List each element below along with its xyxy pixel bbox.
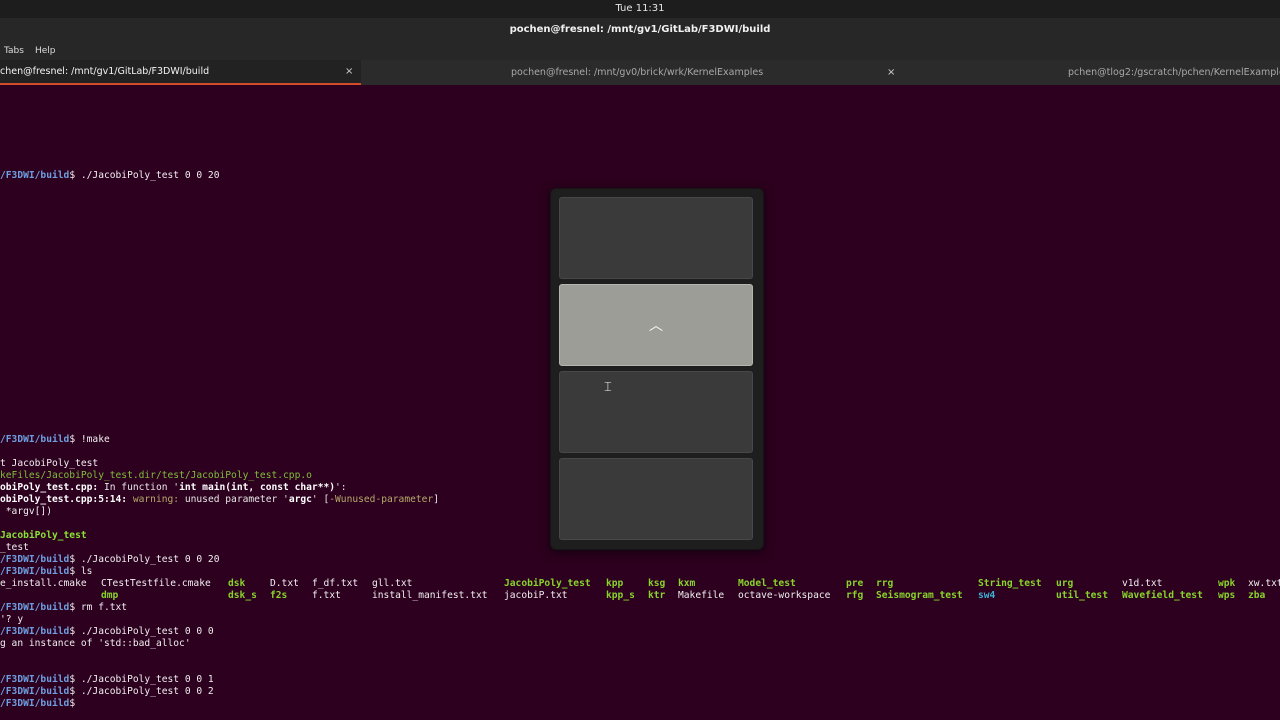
window-title-bar[interactable]: pochen@fresnel: /mnt/gv1/GitLab/F3DWI/bu…: [0, 18, 1280, 42]
ls-entry: dmp: [101, 590, 119, 601]
ls-entry: urg: [1056, 578, 1074, 589]
terminal-line: /F3DWI/build$ rm f.txt: [0, 602, 128, 613]
workspace-2[interactable]: ︿: [559, 284, 753, 366]
clock[interactable]: Tue 11:31: [615, 3, 664, 14]
ls-entry: octave-workspace: [738, 590, 831, 601]
terminal-line: obiPoly_test.cpp: In function 'int main(…: [0, 482, 347, 493]
ls-entry: zba: [1248, 590, 1266, 601]
ls-entry: Makefile: [678, 590, 725, 601]
tab-bar: chen@fresnel: /mnt/gv1/GitLab/F3DWI/buil…: [0, 60, 1280, 85]
ls-entry: JacobiPoly_test: [504, 578, 591, 589]
ls-entry: Model_test: [738, 578, 796, 589]
terminal-line: /F3DWI/build$ ./JacobiPoly_test 0 0 0: [0, 626, 214, 637]
menu-tabs[interactable]: Tabs: [4, 42, 24, 60]
ls-entry: kpp: [606, 578, 624, 589]
ls-entry: util_test: [1056, 590, 1108, 601]
terminal-line: keFiles/JacobiPoly_test.dir/test/JacobiP…: [0, 470, 312, 481]
close-icon[interactable]: ×: [887, 60, 895, 85]
ls-entry: dsk: [228, 578, 246, 589]
window-title: pochen@fresnel: /mnt/gv1/GitLab/F3DWI/bu…: [509, 24, 771, 35]
terminal-line: /F3DWI/build$ ./JacobiPoly_test 0 0 20: [0, 170, 220, 181]
ls-entry: pre: [846, 578, 864, 589]
tab-label: chen@fresnel: /mnt/gv1/GitLab/F3DWI/buil…: [0, 66, 210, 77]
tab-label: pochen@fresnel: /mnt/gv0/brick/wrk/Kerne…: [511, 67, 764, 78]
menu-help[interactable]: Help: [35, 42, 56, 60]
ls-entry: gll.txt: [372, 578, 413, 589]
terminal-line: /F3DWI/build$ ls: [0, 566, 93, 577]
ls-entry: Seismogram_test: [876, 590, 963, 601]
top-bar: Tue 11:31: [0, 0, 1280, 18]
ls-entry: Wavefield_test: [1122, 590, 1203, 601]
terminal-line: /F3DWI/build$ ./JacobiPoly_test 0 0 2: [0, 686, 214, 697]
terminal-line: /F3DWI/build$ ./JacobiPoly_test 0 0 20: [0, 554, 220, 565]
tab-fresnel-f3dwi[interactable]: chen@fresnel: /mnt/gv1/GitLab/F3DWI/buil…: [0, 60, 361, 85]
ls-entry: v1d.txt: [1122, 578, 1163, 589]
terminal-line: JacobiPoly_test: [0, 530, 87, 541]
ls-entry: kpp_s: [606, 590, 635, 601]
terminal-line: _test: [0, 542, 29, 553]
terminal-line: /F3DWI/build$ ./JacobiPoly_test 0 0 1: [0, 674, 214, 685]
ls-entry: CTestTestfile.cmake: [101, 578, 211, 589]
terminal-line: g an instance of 'std::bad_alloc': [0, 638, 191, 649]
tab-tlog2-kernel-examples[interactable]: pchen@tlog2:/gscratch/pchen/KernelExampl…: [906, 60, 1280, 85]
ls-entry: jacobiP.txt: [504, 590, 568, 601]
ls-entry: String_test: [978, 578, 1042, 589]
ls-entry: f.txt: [312, 590, 341, 601]
chevron-up-icon: ︿: [649, 318, 663, 334]
tab-label: pchen@tlog2:/gscratch/pchen/KernelExampl…: [1068, 67, 1280, 78]
text-cursor-icon: ⌶: [604, 380, 612, 395]
ls-entry: kxm: [678, 578, 696, 589]
workspace-switcher: ︿: [550, 188, 764, 550]
workspace-4[interactable]: [559, 458, 753, 540]
ls-entry: rfg: [846, 590, 864, 601]
ls-entry: ktr: [648, 590, 666, 601]
ls-entry: wpk: [1218, 578, 1236, 589]
menu-bar: Tabs Help: [0, 42, 1280, 60]
ls-entry: xw.txt: [1248, 578, 1280, 589]
ls-entry: rrg: [876, 578, 894, 589]
ls-entry: install_manifest.txt: [372, 590, 488, 601]
ls-entry: dsk_s: [228, 590, 257, 601]
terminal-line: '? y: [0, 614, 24, 625]
terminal-line: *argv[]): [0, 506, 52, 517]
ls-entry: f_df.txt: [312, 578, 359, 589]
ls-entry: f2s: [270, 590, 288, 601]
ls-entry: wps: [1218, 590, 1236, 601]
ls-entry: ksg: [648, 578, 666, 589]
close-icon[interactable]: ×: [345, 60, 353, 84]
ls-entry: sw4: [978, 590, 996, 601]
terminal-line: /F3DWI/build$ !make: [0, 434, 110, 445]
ls-entry: e_install.cmake: [0, 578, 87, 589]
terminal-line: /F3DWI/build$: [0, 698, 76, 709]
ls-entry: D.txt: [270, 578, 299, 589]
workspace-1[interactable]: [559, 197, 753, 279]
tab-fresnel-kernel-examples[interactable]: pochen@fresnel: /mnt/gv0/brick/wrk/Kerne…: [361, 60, 906, 85]
workspace-3[interactable]: [559, 371, 753, 453]
terminal-line: obiPoly_test.cpp:5:14: warning: unused p…: [0, 494, 439, 505]
terminal-line: t JacobiPoly_test: [0, 458, 99, 469]
